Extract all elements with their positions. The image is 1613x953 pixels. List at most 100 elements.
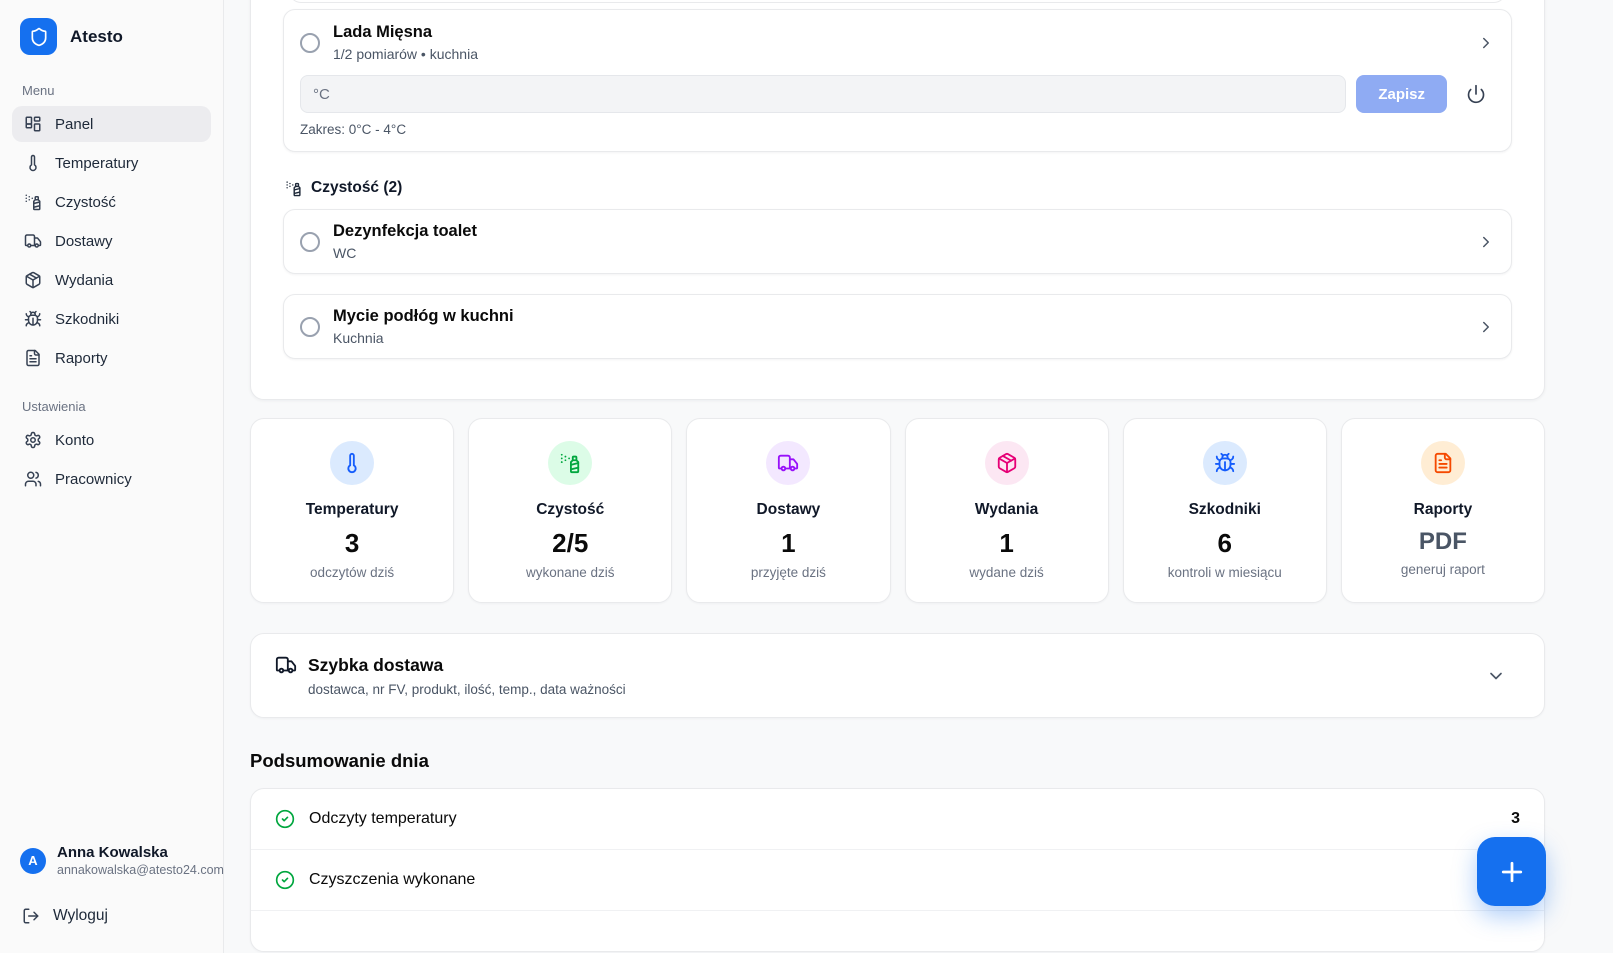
power-icon	[1466, 84, 1486, 104]
file-text-icon	[1421, 441, 1465, 485]
user-email: annakowalska@atesto24.com	[57, 863, 224, 877]
summary-value: 3	[1511, 810, 1520, 828]
settings-section-label: Ustawienia	[22, 399, 201, 414]
stat-label: Wydania	[916, 501, 1098, 519]
sidebar-item-konto[interactable]: Konto	[12, 422, 211, 458]
package-icon	[985, 441, 1029, 485]
summary-title: Podsumowanie dnia	[250, 750, 1545, 772]
cleaning-task-card[interactable]: Mycie podłóg w kuchni Kuchnia	[283, 294, 1512, 359]
sidebar-item-label: Szkodniki	[55, 311, 119, 328]
logout-button[interactable]: Wyloguj	[12, 899, 211, 933]
stat-caption: wykonane dziś	[479, 565, 661, 580]
chevron-right-icon[interactable]	[1477, 233, 1495, 251]
summary-row-cleaning: Czyszczenia wykonane	[251, 850, 1544, 911]
sidebar-item-czystosc[interactable]: Czystość	[12, 184, 211, 220]
stat-label: Szkodniki	[1134, 501, 1316, 519]
task-subtitle: Kuchnia	[333, 330, 1464, 346]
quick-delivery-subtitle: dostawca, nr FV, produkt, ilość, temp., …	[308, 682, 1520, 697]
stat-card-temperatury[interactable]: Temperatury 3 odczytów dziś	[250, 418, 454, 603]
shield-icon	[29, 27, 49, 47]
sidebar-item-label: Temperatury	[55, 155, 138, 172]
spray-icon	[548, 441, 592, 485]
summary-row-temperature: Odczyty temperatury 3	[251, 789, 1544, 850]
sidebar-item-label: Dostawy	[55, 233, 113, 250]
quick-delivery-card[interactable]: Szybka dostawa dostawca, nr FV, produkt,…	[250, 633, 1545, 718]
save-button[interactable]: Zapisz	[1356, 75, 1447, 113]
task-title: Mycie podłóg w kuchni	[333, 307, 1464, 326]
chevron-right-icon[interactable]	[1477, 34, 1495, 52]
stat-card-wydania[interactable]: Wydania 1 wydane dziś	[905, 418, 1109, 603]
user-name: Anna Kowalska	[57, 844, 224, 862]
stat-caption: przyjęte dziś	[697, 565, 879, 580]
stat-label: Dostawy	[697, 501, 879, 519]
task-subtitle: WC	[333, 245, 1464, 261]
stat-caption: generuj raport	[1352, 562, 1534, 577]
tasks-panel: Lada Mięsna 1/2 pomiarów • kuchnia Zapis…	[250, 0, 1545, 400]
quick-delivery-title: Szybka dostawa	[308, 655, 443, 676]
sidebar-item-label: Raporty	[55, 350, 108, 367]
stat-card-raporty[interactable]: Raporty PDF generuj raport	[1341, 418, 1545, 603]
main-content: Lada Mięsna 1/2 pomiarów • kuchnia Zapis…	[224, 0, 1613, 953]
package-icon	[24, 271, 42, 289]
stat-caption: wydane dziś	[916, 565, 1098, 580]
stat-card-czystosc[interactable]: Czystość 2/5 wykonane dziś	[468, 418, 672, 603]
truck-icon	[275, 654, 297, 676]
add-fab-button[interactable]	[1477, 837, 1546, 906]
stat-label: Temperatury	[261, 501, 443, 519]
chevron-right-icon[interactable]	[1477, 318, 1495, 336]
task-radio[interactable]	[300, 33, 320, 53]
sidebar-item-wydania[interactable]: Wydania	[12, 262, 211, 298]
previous-task-card-sliver	[289, 0, 1506, 3]
cleaning-section-header: Czystość (2)	[285, 179, 1510, 197]
chevron-down-icon[interactable]	[1486, 666, 1506, 686]
bug-icon	[24, 310, 42, 328]
thermometer-icon	[330, 441, 374, 485]
sidebar-item-temperatury[interactable]: Temperatury	[12, 145, 211, 181]
sidebar-item-raporty[interactable]: Raporty	[12, 340, 211, 376]
stat-value: 1	[697, 528, 879, 559]
bug-icon	[1203, 441, 1247, 485]
sidebar-item-szkodniki[interactable]: Szkodniki	[12, 301, 211, 337]
stat-caption: kontroli w miesiącu	[1134, 565, 1316, 580]
summary-row-partial	[251, 911, 1544, 951]
stat-caption: odczytów dziś	[261, 565, 443, 580]
sidebar-item-label: Konto	[55, 432, 94, 449]
sidebar-item-label: Pracownicy	[55, 471, 132, 488]
sidebar-item-panel[interactable]: Panel	[12, 106, 211, 142]
task-radio[interactable]	[300, 317, 320, 337]
main-nav: Panel Temperatury Czystość Dostawy Wydan…	[12, 106, 211, 379]
task-subtitle: 1/2 pomiarów • kuchnia	[333, 46, 1464, 62]
cleaning-section-title: Czystość (2)	[311, 179, 402, 197]
sidebar: Atesto Menu Panel Temperatury Czystość D…	[0, 0, 224, 953]
power-button[interactable]	[1457, 75, 1495, 113]
check-circle-icon	[275, 870, 295, 890]
task-title: Lada Mięsna	[333, 23, 1464, 42]
stat-value: PDF	[1352, 528, 1534, 556]
truck-icon	[766, 441, 810, 485]
menu-section-label: Menu	[22, 83, 201, 98]
sidebar-item-dostawy[interactable]: Dostawy	[12, 223, 211, 259]
logout-icon	[22, 907, 40, 925]
stat-label: Czystość	[479, 501, 661, 519]
cleaning-task-card[interactable]: Dezynfekcja toalet WC	[283, 209, 1512, 274]
gear-icon	[24, 431, 42, 449]
spray-icon	[24, 193, 42, 211]
task-radio[interactable]	[300, 232, 320, 252]
temperature-input[interactable]	[300, 75, 1346, 113]
plus-icon	[1497, 857, 1527, 887]
stat-card-szkodniki[interactable]: Szkodniki 6 kontroli w miesiącu	[1123, 418, 1327, 603]
sidebar-item-label: Czystość	[55, 194, 116, 211]
users-icon	[24, 470, 42, 488]
stat-card-dostawy[interactable]: Dostawy 1 przyjęte dziś	[686, 418, 890, 603]
brand: Atesto	[12, 14, 211, 63]
settings-nav: Konto Pracownicy	[12, 422, 211, 500]
stat-value: 2/5	[479, 528, 661, 559]
task-title: Dezynfekcja toalet	[333, 222, 1464, 241]
sidebar-item-pracownicy[interactable]: Pracownicy	[12, 461, 211, 497]
file-text-icon	[24, 349, 42, 367]
summary-card: Odczyty temperatury 3 Czyszczenia wykona…	[250, 788, 1545, 952]
range-note: Zakres: 0°C - 4°C	[300, 122, 1495, 137]
avatar: A	[20, 848, 46, 874]
user-profile[interactable]: A Anna Kowalska annakowalska@atesto24.co…	[12, 838, 211, 883]
check-circle-icon	[275, 809, 295, 829]
